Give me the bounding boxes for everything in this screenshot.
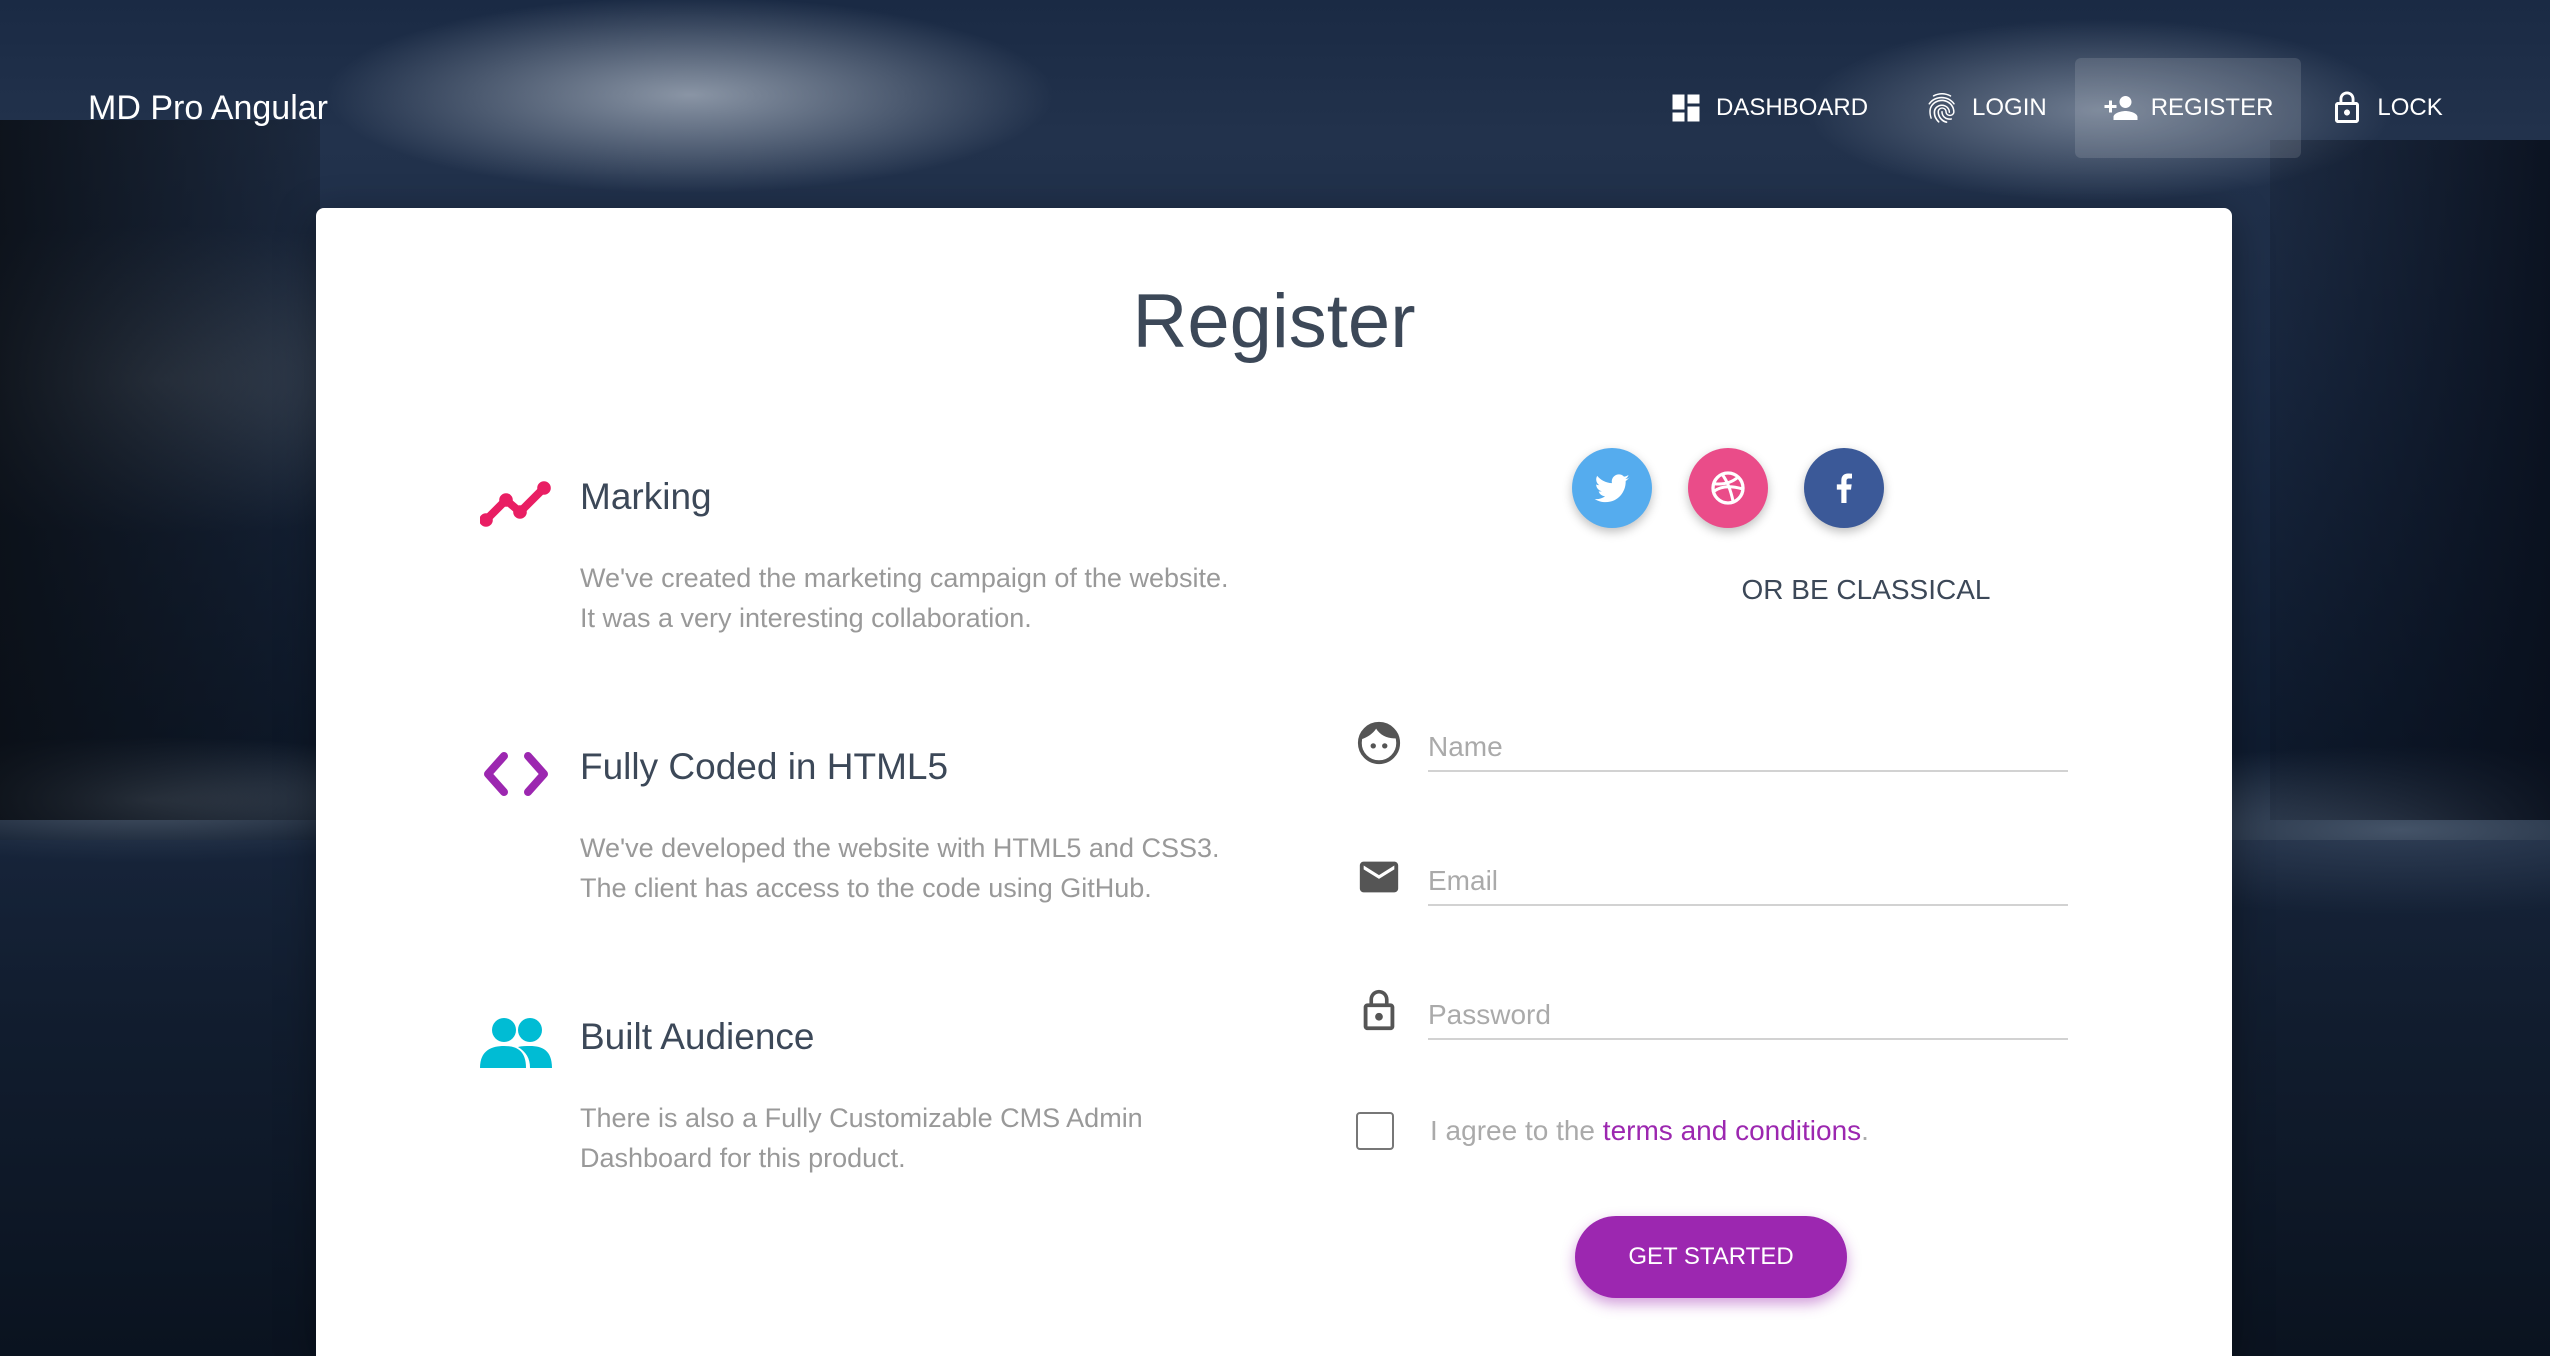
- feature-desc-line: It was a very interesting collaboration.: [580, 603, 1032, 633]
- email-input[interactable]: [1428, 858, 2068, 906]
- feature-title: Fully Coded in HTML5: [580, 746, 949, 787]
- terms-checkbox[interactable]: [1356, 1112, 1394, 1150]
- terms-suffix: .: [1861, 1115, 1869, 1146]
- nav-lock-label: LOCK: [2377, 94, 2443, 121]
- top-nav: DASHBOARD LOGIN REGISTER LOCK: [1640, 58, 2471, 158]
- terms-prefix: I agree to the: [1430, 1115, 1603, 1146]
- terms-label: I agree to the terms and conditions.: [1430, 1115, 1869, 1147]
- background-trees-left: [0, 120, 320, 820]
- person-add-icon: [2104, 96, 2138, 120]
- dribbble-button[interactable]: [1688, 448, 1768, 528]
- feature-title: Built Audience: [580, 1016, 815, 1057]
- feature-description: There is also a Fully Customizable CMS A…: [580, 1098, 1280, 1178]
- feature-description: We've created the marketing campaign of …: [580, 558, 1280, 638]
- feature-desc-line: We've developed the website with HTML5 a…: [580, 833, 1220, 863]
- password-field-group: [1356, 980, 2068, 1050]
- register-card: Register Marking We've created the marke…: [316, 208, 2232, 1356]
- terms-link[interactable]: terms and conditions: [1603, 1115, 1861, 1146]
- timeline-icon: [480, 481, 551, 527]
- lock-outline-icon: [1363, 989, 1395, 1031]
- brand-link[interactable]: MD Pro Angular: [88, 84, 328, 132]
- feature-title: Marking: [580, 476, 712, 517]
- terms-agreement: I agree to the terms and conditions.: [1356, 1108, 1869, 1154]
- password-input[interactable]: [1428, 992, 2068, 1040]
- feature-desc-line: The client has access to the code using …: [580, 873, 1152, 903]
- fingerprint-icon: [1928, 93, 1955, 123]
- face-icon: [1357, 721, 1401, 765]
- code-icon: [484, 752, 548, 796]
- background-trees-right: [2270, 140, 2550, 820]
- nav-dashboard-label: DASHBOARD: [1716, 94, 1869, 121]
- feature-description: We've developed the website with HTML5 a…: [580, 828, 1280, 908]
- nav-dashboard[interactable]: DASHBOARD: [1640, 58, 1896, 158]
- get-started-button[interactable]: GET STARTED: [1575, 1216, 1847, 1298]
- lock-outline-icon: [2335, 91, 2360, 123]
- twitter-icon: [1594, 474, 1630, 503]
- social-buttons: [1572, 448, 1884, 528]
- nav-lock[interactable]: LOCK: [2301, 58, 2470, 158]
- email-field-group: [1356, 846, 2068, 916]
- name-input[interactable]: [1428, 724, 2068, 772]
- nav-register[interactable]: REGISTER: [2074, 58, 2302, 158]
- name-field-group: [1356, 712, 2068, 782]
- email-icon: [1359, 861, 1399, 893]
- group-icon: [480, 1018, 552, 1068]
- feature-desc-line: There is also a Fully Customizable CMS A…: [580, 1103, 1143, 1133]
- feature-desc-line: We've created the marketing campaign of …: [580, 563, 1229, 593]
- page-title: Register: [1132, 279, 1416, 364]
- twitter-button[interactable]: [1572, 448, 1652, 528]
- facebook-icon: [1836, 473, 1852, 503]
- facebook-button[interactable]: [1804, 448, 1884, 528]
- or-be-classical-label: OR BE CLASSICAL: [1741, 574, 1991, 605]
- nav-register-label: REGISTER: [2150, 94, 2274, 121]
- feature-desc-line: Dashboard for this product.: [580, 1143, 906, 1173]
- nav-login-label: LOGIN: [1972, 94, 2047, 121]
- dribbble-icon: [1711, 471, 1745, 505]
- dashboard-icon: [1672, 94, 1700, 122]
- nav-login[interactable]: LOGIN: [1896, 58, 2075, 158]
